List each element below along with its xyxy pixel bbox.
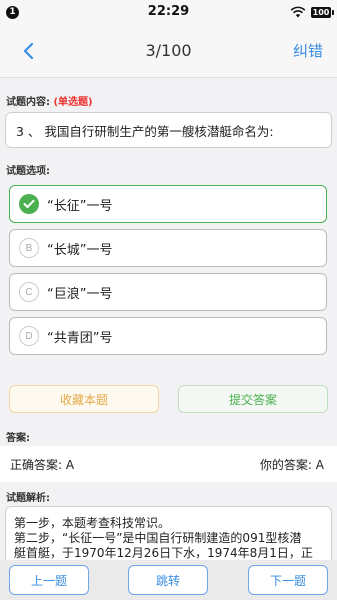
option-d-text: “共青团”号 — [47, 330, 113, 346]
wifi-icon — [290, 6, 306, 18]
option-b[interactable]: B “长城”一号 — [9, 229, 327, 267]
question-type-tag: (单选题) — [53, 97, 93, 108]
back-button[interactable] — [16, 36, 40, 66]
option-c[interactable]: C “巨浪”一号 — [9, 273, 327, 311]
battery-indicator: 100 — [311, 6, 334, 18]
analysis-box[interactable]: 第一步，本题考查科技常识。 第二步，“长征一号”是中国自行研制建造的091型核潜… — [5, 506, 332, 568]
analysis-line-2: 第二步，“长征一号”是中国自行研制建造的091型核潜 — [14, 531, 302, 545]
option-b-text: “长城”一号 — [47, 242, 113, 258]
option-a[interactable]: “长征”一号 — [9, 185, 327, 223]
check-circle-icon — [19, 194, 39, 214]
option-d-letter: D — [19, 326, 39, 346]
analysis-line-1: 第一步，本题考查科技常识。 — [14, 516, 171, 530]
answer-panel: 正确答案: A 你的答案: A — [0, 446, 337, 482]
option-b-letter: B — [19, 238, 39, 258]
question-label: 试题内容: (单选题) — [6, 93, 93, 108]
submit-answer-button[interactable]: 提交答案 — [178, 385, 328, 413]
option-a-text: “长征”一号 — [47, 198, 113, 214]
status-bar: 1 22:29 100 — [0, 0, 337, 24]
analysis-label: 试题解析: — [6, 493, 50, 504]
bottom-bar: 上一题 跳转 下一题 — [0, 560, 337, 600]
page-title: 3/100 — [145, 41, 192, 60]
answer-label: 答案: — [6, 433, 30, 444]
jump-button[interactable]: 跳转 — [128, 565, 208, 595]
question-text: 3 、 我国自行研制生产的第一艘核潜艇命名为: — [16, 123, 274, 139]
question-box: 3 、 我国自行研制生产的第一艘核潜艇命名为: — [5, 112, 332, 148]
question-label-text: 试题内容: — [6, 97, 50, 108]
next-question-button[interactable]: 下一题 — [248, 565, 328, 595]
status-time: 22:29 — [147, 4, 190, 19]
option-c-letter: C — [19, 282, 39, 302]
notification-badge: 1 — [6, 5, 19, 19]
report-error-button[interactable]: 纠错 — [293, 40, 323, 61]
options-label: 试题选项: — [6, 166, 50, 177]
option-d[interactable]: D “共青团”号 — [9, 317, 327, 355]
nav-bar: 3/100 纠错 — [0, 24, 337, 78]
collect-button[interactable]: 收藏本题 — [9, 385, 159, 413]
chevron-left-icon — [23, 42, 33, 59]
prev-question-button[interactable]: 上一题 — [9, 565, 89, 595]
status-right: 100 — [290, 6, 334, 18]
correct-answer: 正确答案: A — [10, 457, 75, 472]
your-answer: 你的答案: A — [259, 457, 324, 472]
option-c-text: “巨浪”一号 — [47, 286, 113, 302]
